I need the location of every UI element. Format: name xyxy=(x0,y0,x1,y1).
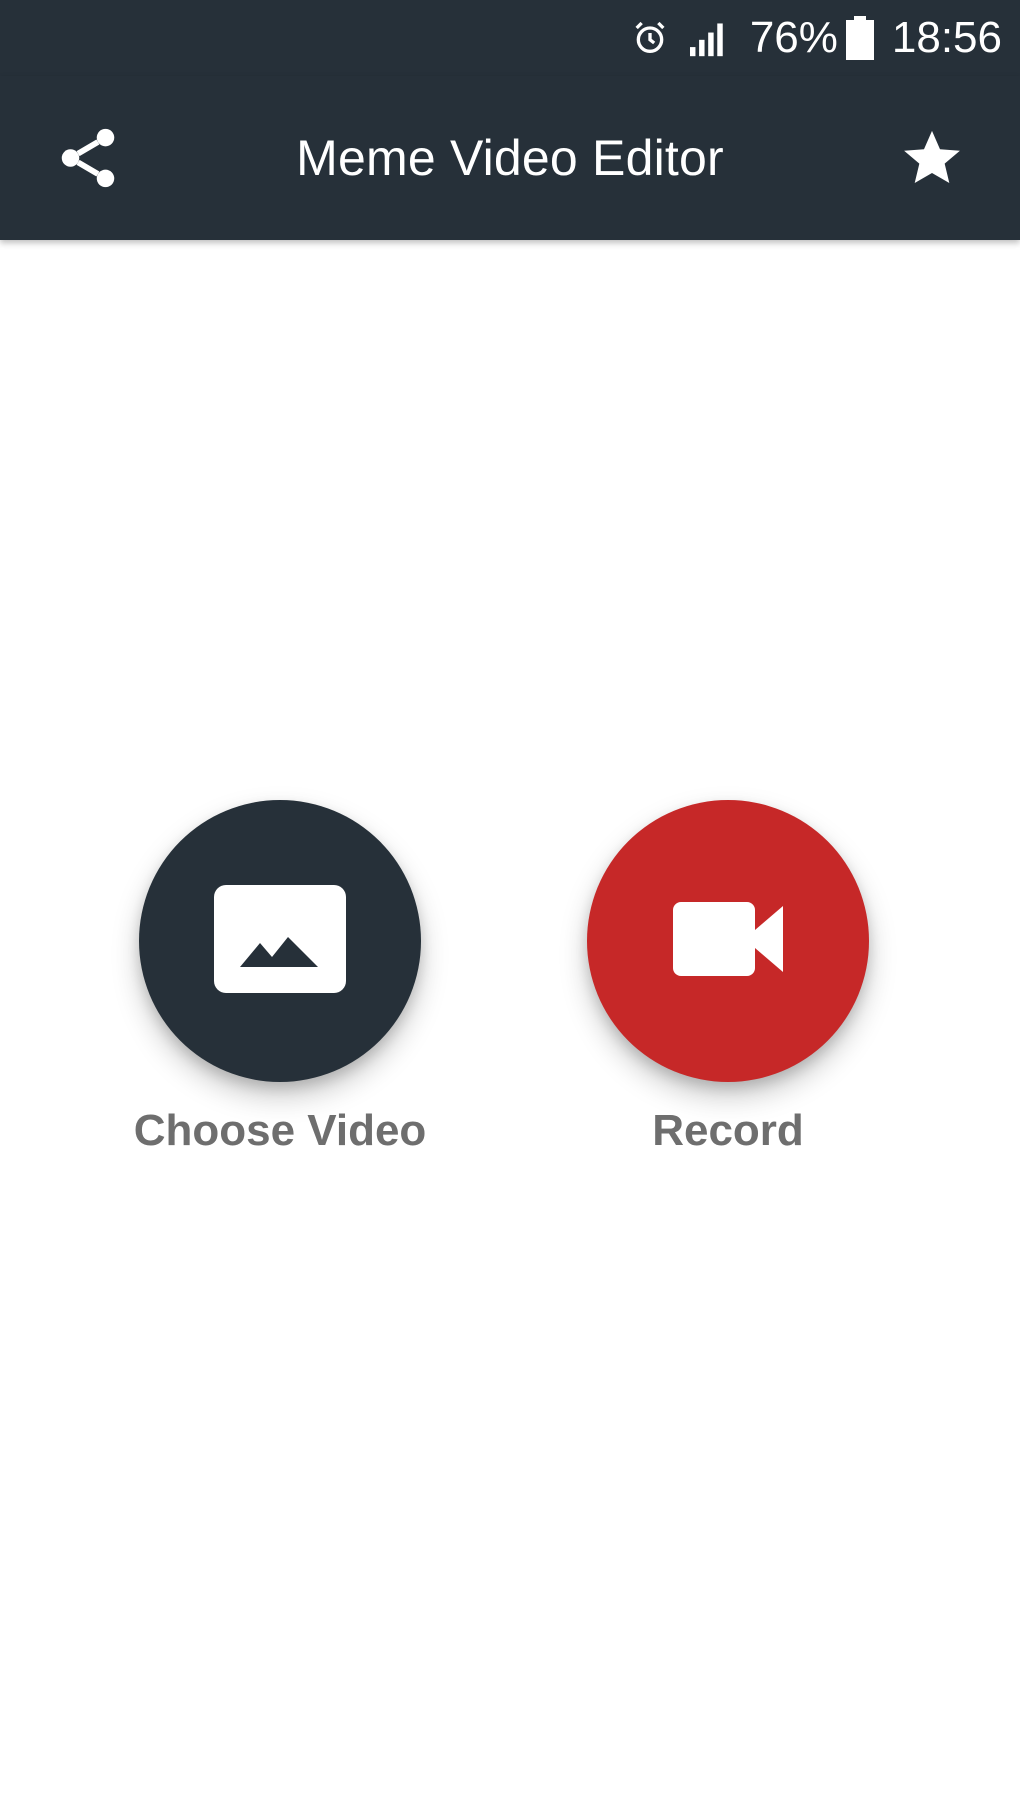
star-icon xyxy=(901,127,963,194)
share-button[interactable] xyxy=(44,116,132,204)
rate-button[interactable] xyxy=(888,116,976,204)
record-label[interactable]: Record xyxy=(652,1106,804,1156)
record-action: Record xyxy=(587,800,869,1156)
app-title: Meme Video Editor xyxy=(296,130,724,186)
battery-percent: 76% xyxy=(749,13,838,62)
choose-video-button[interactable] xyxy=(139,800,421,1082)
record-button[interactable] xyxy=(587,800,869,1082)
image-icon xyxy=(214,884,346,998)
choose-video-label[interactable]: Choose Video xyxy=(134,1106,427,1156)
share-icon xyxy=(53,121,123,200)
battery-icon xyxy=(845,16,874,60)
signal-icon xyxy=(688,18,732,58)
alarm-icon xyxy=(630,18,670,58)
clock-time: 18:56 xyxy=(891,13,1002,62)
video-camera-icon xyxy=(673,901,783,981)
status-bar: 76% 18:56 xyxy=(0,0,1020,76)
app-bar: Meme Video Editor xyxy=(0,76,1020,240)
choose-video-action: Choose Video xyxy=(134,800,426,1156)
